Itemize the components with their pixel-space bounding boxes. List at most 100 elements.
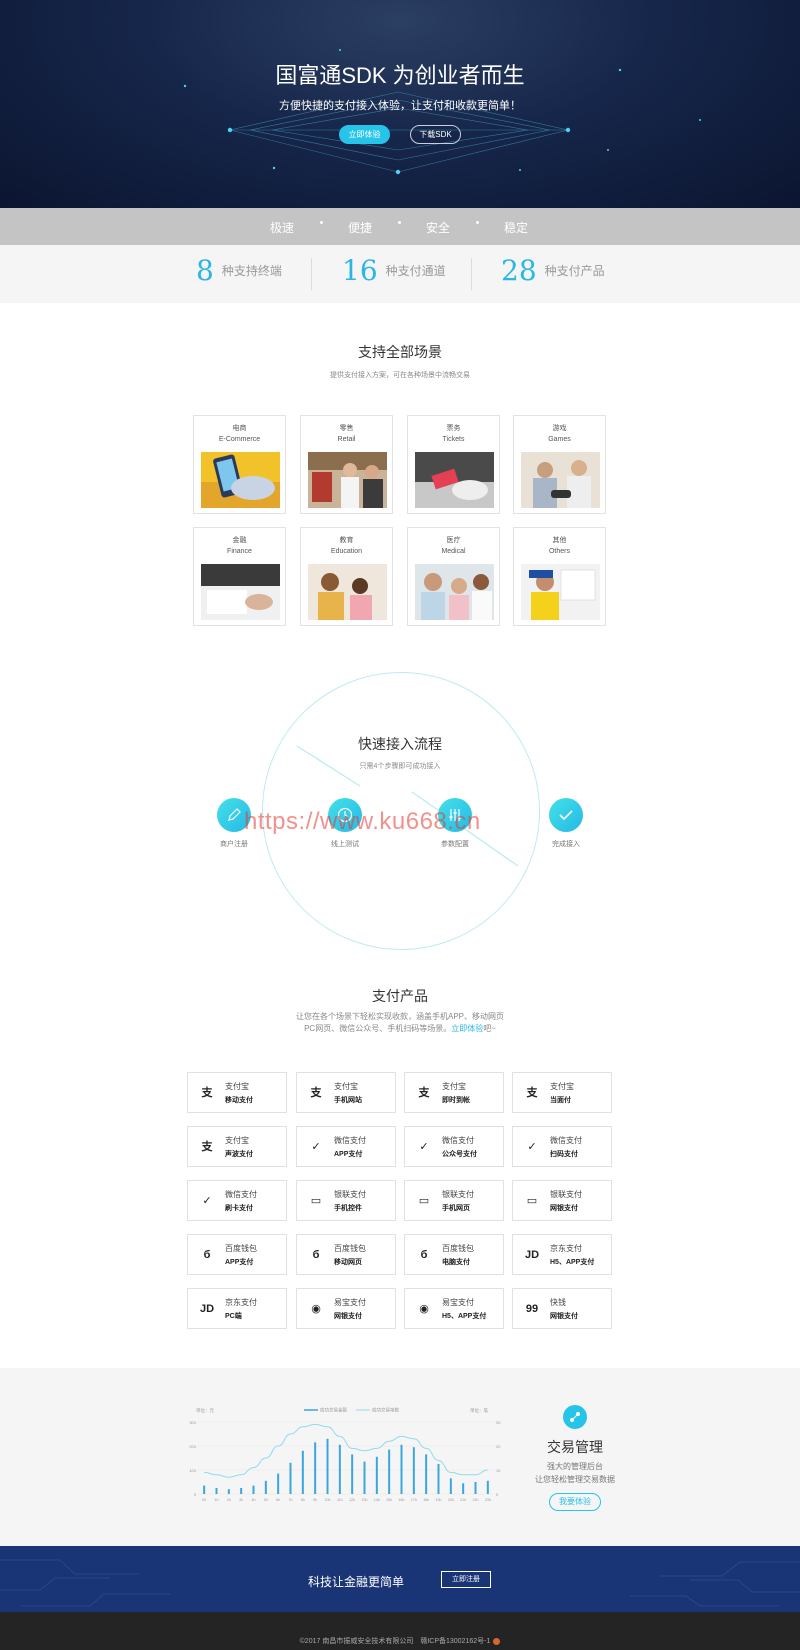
scene-card-games[interactable]: 游戏 Games xyxy=(513,415,606,514)
stat-number: 28 xyxy=(501,254,537,287)
stat-label: 种支持终端 xyxy=(221,264,282,278)
scene-card-others[interactable]: 其他 Others xyxy=(513,527,606,626)
product-name: 京东支付 xyxy=(225,1298,257,1307)
x-tick-label: 23h xyxy=(485,1498,491,1502)
stat-divider xyxy=(311,258,312,290)
payment-brand-icon: ▭ xyxy=(526,1195,538,1207)
scene-card-medical[interactable]: 医疗 Medical xyxy=(407,527,500,626)
trade-chart: 0 0 100 10 200 20 300 30 单位：元 单位：笔 成功交易金额 成功交易笔数 0h 1… xyxy=(189,1407,501,1503)
scene-photo xyxy=(415,564,494,620)
try-now-link[interactable]: 立即体验 xyxy=(451,1024,483,1033)
chart-bar xyxy=(449,1478,452,1494)
flow-step-label: 线上测试 xyxy=(331,841,359,848)
scene-card-education[interactable]: 教育 Education xyxy=(300,527,393,626)
product-name: 百度钱包 xyxy=(225,1244,257,1253)
register-button[interactable]: 立即注册 xyxy=(441,1571,491,1588)
scene-photo xyxy=(308,452,387,508)
scene-name-en: Education xyxy=(330,548,363,555)
product-card[interactable]: 支 支付宝 手机网站 xyxy=(296,1072,396,1113)
product-card[interactable]: ▭ 银联支付 手机网页 xyxy=(404,1180,504,1221)
product-card[interactable]: ✓ 微信支付 APP支付 xyxy=(296,1126,396,1167)
product-card[interactable]: 99 快钱 网银支付 xyxy=(512,1288,612,1329)
download-sdk-button[interactable]: 下载SDK xyxy=(410,125,461,144)
product-card[interactable]: 支 支付宝 声波支付 xyxy=(187,1126,287,1167)
stat-channels: 16 种支付通道 xyxy=(342,254,446,294)
chart-bar xyxy=(425,1454,428,1494)
product-card[interactable]: JD 京东支付 H5、APP支付 xyxy=(512,1234,612,1275)
flow-step-label: 完成接入 xyxy=(552,841,580,848)
product-type: 网银支付 xyxy=(550,1205,578,1212)
product-card[interactable]: б 百度钱包 APP支付 xyxy=(187,1234,287,1275)
chart-bar xyxy=(338,1444,341,1494)
product-type: APP支付 xyxy=(334,1151,363,1158)
scene-name-cn: 医疗 xyxy=(446,537,461,544)
payment-brand-icon: ◉ xyxy=(419,1303,429,1315)
footer-copyright: ©2017 南昌市振威安全技术有限公司 赣ICP备13002162号-1 xyxy=(0,1636,800,1646)
feature-item: 安全 xyxy=(426,221,451,235)
product-card[interactable]: 支 支付宝 移动支付 xyxy=(187,1072,287,1113)
chart-bar xyxy=(474,1482,477,1494)
product-card[interactable]: 支 支付宝 当面付 xyxy=(512,1072,612,1113)
chart-bar xyxy=(227,1489,230,1494)
products-desc-text: PC网页、微信公众号、手机扫码等场景。 xyxy=(304,1024,452,1033)
chart-bar xyxy=(462,1483,465,1494)
product-name: 百度钱包 xyxy=(442,1244,474,1253)
product-name: 微信支付 xyxy=(225,1190,257,1199)
product-type: 即时到帐 xyxy=(442,1097,470,1104)
scene-photo xyxy=(201,452,280,508)
product-card[interactable]: ▭ 银联支付 网银支付 xyxy=(512,1180,612,1221)
payment-brand-icon: 支 xyxy=(310,1087,322,1099)
scene-name-cn: 电商 xyxy=(232,425,247,432)
chart-bar xyxy=(351,1454,354,1494)
product-card[interactable]: ✓ 微信支付 刷卡支付 xyxy=(187,1180,287,1221)
product-card[interactable]: ◉ 易宝支付 网银支付 xyxy=(296,1288,396,1329)
chart-bar xyxy=(375,1456,378,1494)
scene-name-cn: 其他 xyxy=(552,537,567,544)
hero-subtitle: 方便快捷的支付接入体验，让支付和收款更简单！ xyxy=(279,100,521,112)
x-tick-label: 15h xyxy=(386,1498,392,1502)
product-card[interactable]: ◉ 易宝支付 H5、APP支付 xyxy=(404,1288,504,1329)
product-name: 微信支付 xyxy=(442,1136,474,1145)
payment-brand-icon: JD xyxy=(199,1303,215,1315)
scene-name-cn: 零售 xyxy=(339,425,354,432)
experience-button[interactable]: 我要体验 xyxy=(549,1493,601,1511)
product-type: 扫码支付 xyxy=(550,1151,578,1158)
stats-bar: 8 种支持终端 16 种支付通道 28 种支付产品 xyxy=(0,245,800,303)
chart-bar xyxy=(326,1438,329,1494)
product-card[interactable]: б 百度钱包 移动网页 xyxy=(296,1234,396,1275)
trade-title: 交易管理 xyxy=(547,1439,603,1455)
scene-card-ecommerce[interactable]: 电商 E-Commerce xyxy=(193,415,286,514)
payment-brand-icon: 支 xyxy=(201,1087,213,1099)
chart-series-line xyxy=(204,1423,488,1478)
scene-card-retail[interactable]: 零售 Retail xyxy=(300,415,393,514)
scene-card-tickets[interactable]: 票务 Tickets xyxy=(407,415,500,514)
try-now-button[interactable]: 立即体验 xyxy=(339,125,390,144)
product-card[interactable]: ✓ 微信支付 公众号支付 xyxy=(404,1126,504,1167)
scene-name-en: Others xyxy=(548,548,570,555)
chart-bar xyxy=(301,1450,304,1494)
products-desc-line2: PC网页、微信公众号、手机扫码等场景。立即体验吧~ xyxy=(0,1023,800,1034)
product-card[interactable]: б 百度钱包 电脑支付 xyxy=(404,1234,504,1275)
product-card[interactable]: 支 支付宝 即时到帐 xyxy=(404,1072,504,1113)
feature-item: 极速 xyxy=(270,221,295,235)
stat-divider xyxy=(471,258,472,290)
product-card[interactable]: ▭ 银联支付 手机控件 xyxy=(296,1180,396,1221)
product-card[interactable]: ✓ 微信支付 扫码支付 xyxy=(512,1126,612,1167)
product-name: 百度钱包 xyxy=(334,1244,366,1253)
x-tick-label: 4h xyxy=(252,1498,256,1502)
product-type: 手机网页 xyxy=(442,1205,470,1212)
scene-card-finance[interactable]: 金融 Finance xyxy=(193,527,286,626)
product-card[interactable]: JD 京东支付 PC端 xyxy=(187,1288,287,1329)
payment-brand-icon: ✓ xyxy=(311,1141,321,1153)
right-unit-label: 单位：笔 xyxy=(470,1407,488,1414)
scene-photo xyxy=(521,452,600,508)
products-title: 支付产品 xyxy=(372,988,428,1004)
payment-brand-icon: б xyxy=(420,1249,428,1261)
scene-name-en: Games xyxy=(548,436,571,443)
y-tick-label: 100 xyxy=(189,1468,196,1473)
chart-bar xyxy=(437,1464,440,1494)
x-tick-label: 6h xyxy=(276,1498,280,1502)
trade-chart-icon xyxy=(563,1405,587,1429)
x-tick-label: 14h xyxy=(374,1498,380,1502)
left-unit-label: 单位：元 xyxy=(196,1407,214,1414)
